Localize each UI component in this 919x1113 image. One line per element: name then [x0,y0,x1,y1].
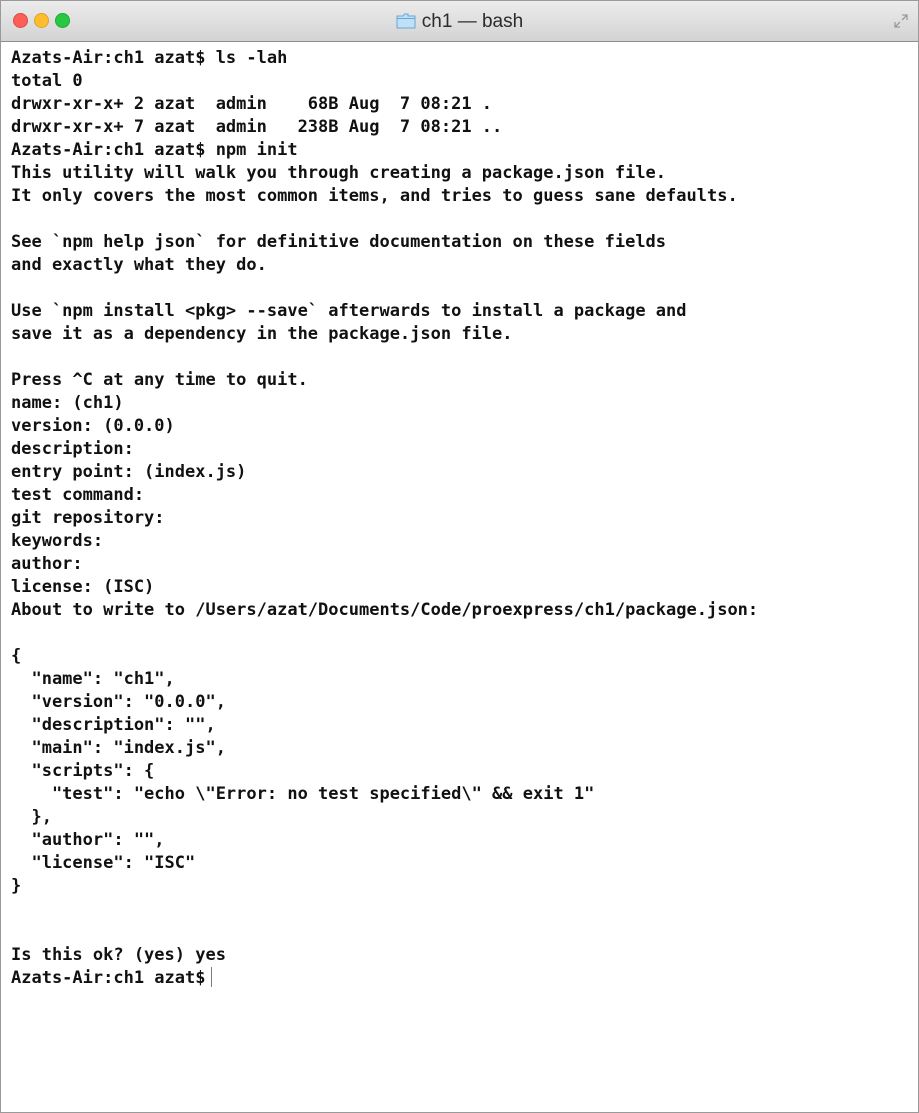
terminal-line: "scripts": { [11,761,155,781]
prompt-line[interactable]: Azats-Air:ch1 azat$ [11,967,908,990]
terminal-line: See `npm help json` for definitive docum… [11,232,667,252]
terminal-line: "description": "", [11,715,216,735]
terminal-window: ch1 — bash Azats-Air:ch1 azat$ ls -lah to… [0,0,919,1113]
terminal-line: Azats-Air:ch1 azat$ ls -lah [11,48,288,68]
terminal-output[interactable]: Azats-Air:ch1 azat$ ls -lah total 0 drwxr-… [11,47,908,990]
terminal-line: description: [11,439,134,459]
terminal-line: This utility will walk you through creat… [11,163,667,183]
terminal-line: Use `npm install <pkg> --save` afterward… [11,301,687,321]
terminal-line: "license": "ISC" [11,853,196,873]
terminal-line: { [11,646,22,666]
terminal-line: total 0 [11,71,83,91]
terminal-line: Is this ok? (yes) yes [11,945,226,965]
terminal-line: "name": "ch1", [11,669,175,689]
terminal-lines: Azats-Air:ch1 azat$ ls -lah total 0 drwxr-… [11,47,908,967]
title-bar[interactable]: ch1 — bash [1,1,918,42]
folder-icon [396,13,416,35]
shell-prompt: Azats-Air:ch1 azat$ [11,968,206,988]
terminal-line: }, [11,807,52,827]
terminal-line: Press ^C at any time to quit. [11,370,308,390]
terminal-line: } [11,876,22,896]
terminal-line: save it as a dependency in the package.j… [11,324,513,344]
terminal-line: "main": "index.js", [11,738,226,758]
fullscreen-arrows-icon[interactable] [894,14,908,33]
terminal-line: drwxr-xr-x+ 2 azat admin 68B Aug 7 08:21… [11,94,493,114]
terminal-line: and exactly what they do. [11,255,267,275]
window-title: ch1 — bash [421,11,524,32]
text-cursor [211,967,213,987]
terminal-line: "version": "0.0.0", [11,692,226,712]
terminal-line: About to write to /Users/azat/Documents/… [11,600,759,620]
terminal-line: drwxr-xr-x+ 7 azat admin 238B Aug 7 08:2… [11,117,503,137]
terminal-line: author: [11,554,83,574]
terminal-line: Azats-Air:ch1 azat$ npm init [11,140,298,160]
terminal-line: git repository: [11,508,165,528]
terminal-line: license: (ISC) [11,577,155,597]
terminal-line: "author": "", [11,830,165,850]
terminal-line: version: (0.0.0) [11,416,175,436]
terminal-line: "test": "echo \"Error: no test specified… [11,784,595,804]
terminal-line: entry point: (index.js) [11,462,247,482]
terminal-line: keywords: [11,531,104,551]
window-title-container: ch1 — bash [1,11,918,35]
terminal-line: It only covers the most common items, an… [11,186,738,206]
terminal-line: name: (ch1) [11,393,124,413]
terminal-line: test command: [11,485,145,505]
